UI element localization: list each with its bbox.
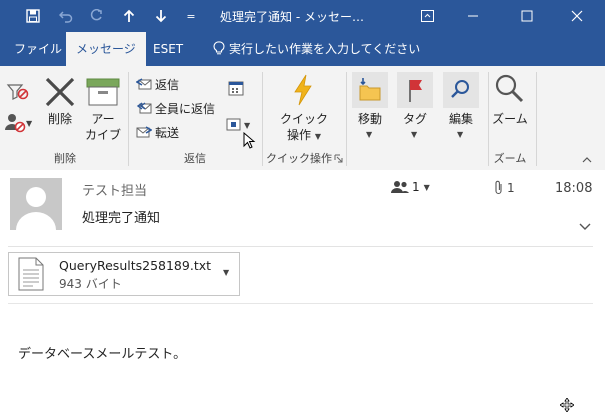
junk-icon	[5, 114, 26, 133]
redo-icon[interactable]	[85, 6, 107, 26]
reply-label: 返信	[155, 77, 180, 92]
ribbon-display-options-icon[interactable]	[404, 0, 450, 32]
message-header: テスト担当 処理完了通知 1 ▼ 1 18:08	[0, 170, 605, 246]
people-count: 1	[412, 180, 420, 194]
group-label-zoom: ズーム	[493, 152, 527, 165]
ribbon-tab-bar: ファイル メッセージ ESET 実行したい作業を入力してください	[0, 32, 605, 66]
reply-all-button[interactable]: 全員に返信	[136, 98, 215, 118]
quick-steps-label-2: 操作	[287, 128, 312, 142]
junk-dropdown[interactable]: ▼	[4, 112, 32, 134]
reply-all-icon	[136, 102, 152, 114]
group-label-delete: 削除	[54, 152, 76, 165]
previous-item-icon[interactable]	[118, 6, 140, 26]
archive-button-label-2[interactable]: カイブ	[84, 128, 122, 143]
ignore-icon[interactable]	[6, 80, 30, 105]
zoom-label[interactable]: ズーム	[488, 112, 532, 127]
editing-button[interactable]	[443, 72, 479, 108]
zoom-magnifier-icon[interactable]	[492, 72, 526, 109]
tags-label[interactable]: タグ	[393, 112, 437, 127]
message-subject: 処理完了通知	[82, 211, 161, 226]
paperclip-icon	[495, 180, 502, 195]
tab-eset[interactable]: ESET	[153, 32, 183, 66]
window-title: 処理完了通知 - メッセー…	[220, 10, 364, 24]
group-separator	[346, 72, 347, 166]
attachment-name: QueryResults258189.txt	[59, 258, 212, 273]
person-icon	[16, 187, 56, 230]
editing-dropdown-arrow[interactable]: ▼	[457, 130, 463, 139]
delete-x-icon[interactable]	[44, 76, 76, 111]
move-label[interactable]: 移動	[348, 112, 392, 127]
meeting-reply-icon[interactable]	[228, 80, 246, 101]
attachment-dropdown-arrow[interactable]: ▼	[223, 268, 229, 277]
message-body[interactable]: データベースメールテスト。	[18, 343, 186, 362]
flag-icon	[409, 80, 422, 102]
dialog-launcher-icon[interactable]	[334, 152, 343, 166]
tab-message[interactable]: メッセージ	[66, 32, 146, 66]
reply-button[interactable]: 返信	[136, 74, 179, 94]
minimize-icon[interactable]	[450, 0, 496, 32]
customize-toolbar-icon[interactable]: =	[180, 6, 202, 26]
tags-dropdown-arrow[interactable]: ▼	[411, 130, 417, 139]
forward-button[interactable]: 転送	[136, 122, 179, 142]
people-dropdown[interactable]: 1 ▼	[390, 180, 430, 194]
archive-button-label-1[interactable]: アー	[84, 112, 122, 127]
message-time: 18:08	[555, 181, 593, 196]
tags-button[interactable]	[397, 72, 433, 108]
group-label-respond: 返信	[184, 152, 206, 165]
forward-label: 転送	[155, 125, 180, 140]
save-icon[interactable]	[22, 6, 44, 26]
move-dropdown-arrow[interactable]: ▼	[366, 130, 372, 139]
quick-steps-label-1[interactable]: クイック	[276, 112, 332, 127]
im-reply-icon	[226, 118, 241, 131]
group-separator	[128, 72, 129, 166]
archive-icon[interactable]	[86, 78, 120, 109]
tell-me-box[interactable]: 実行したい作業を入力してください	[213, 32, 420, 66]
attachment-indicator: 1	[494, 180, 515, 196]
move-button[interactable]	[352, 72, 388, 108]
title-bar: = 処理完了通知 - メッセー…	[0, 0, 605, 32]
group-separator	[262, 72, 263, 166]
undo-icon[interactable]	[55, 6, 77, 26]
group-label-quick-steps: クイック操作	[266, 152, 332, 165]
maximize-icon[interactable]	[504, 0, 550, 32]
tell-me-placeholder: 実行したい作業を入力してください	[229, 42, 421, 56]
attachment-item[interactable]: QueryResults258189.txt 943 バイト ▼	[8, 252, 240, 296]
ribbon: ▼ 削除 アー カイブ 削除 返信 全員に返信 転送 ▼ 返信 クイック 操作 …	[0, 66, 605, 171]
collapse-ribbon-icon[interactable]	[582, 152, 592, 166]
forward-icon	[136, 126, 152, 138]
delete-button-label[interactable]: 削除	[44, 112, 76, 127]
quick-steps-dropdown[interactable]: 操作 ▼	[276, 128, 332, 144]
expand-header-icon[interactable]	[579, 220, 591, 234]
quick-steps-lightning-icon[interactable]	[292, 74, 314, 109]
sender-avatar[interactable]	[10, 178, 62, 230]
reply-icon	[136, 78, 152, 90]
folder-move-icon	[359, 78, 381, 101]
attachment-size: 943 バイト	[59, 277, 122, 291]
text-file-icon	[17, 257, 45, 294]
group-separator	[536, 72, 537, 166]
sender-name[interactable]: テスト担当	[82, 180, 147, 199]
mouse-cursor-icon	[243, 131, 256, 153]
header-divider	[8, 246, 593, 247]
people-icon	[391, 181, 409, 193]
close-icon[interactable]	[554, 0, 600, 32]
reply-all-label: 全員に返信	[155, 101, 216, 116]
editing-label[interactable]: 編集	[439, 112, 483, 127]
attachment-divider	[8, 303, 593, 304]
lightbulb-icon	[213, 41, 225, 55]
tab-file[interactable]: ファイル	[14, 32, 62, 66]
next-item-icon[interactable]	[150, 6, 172, 26]
move-cursor-icon	[559, 397, 575, 415]
find-icon	[451, 80, 469, 98]
attachment-count: 1	[507, 181, 515, 195]
